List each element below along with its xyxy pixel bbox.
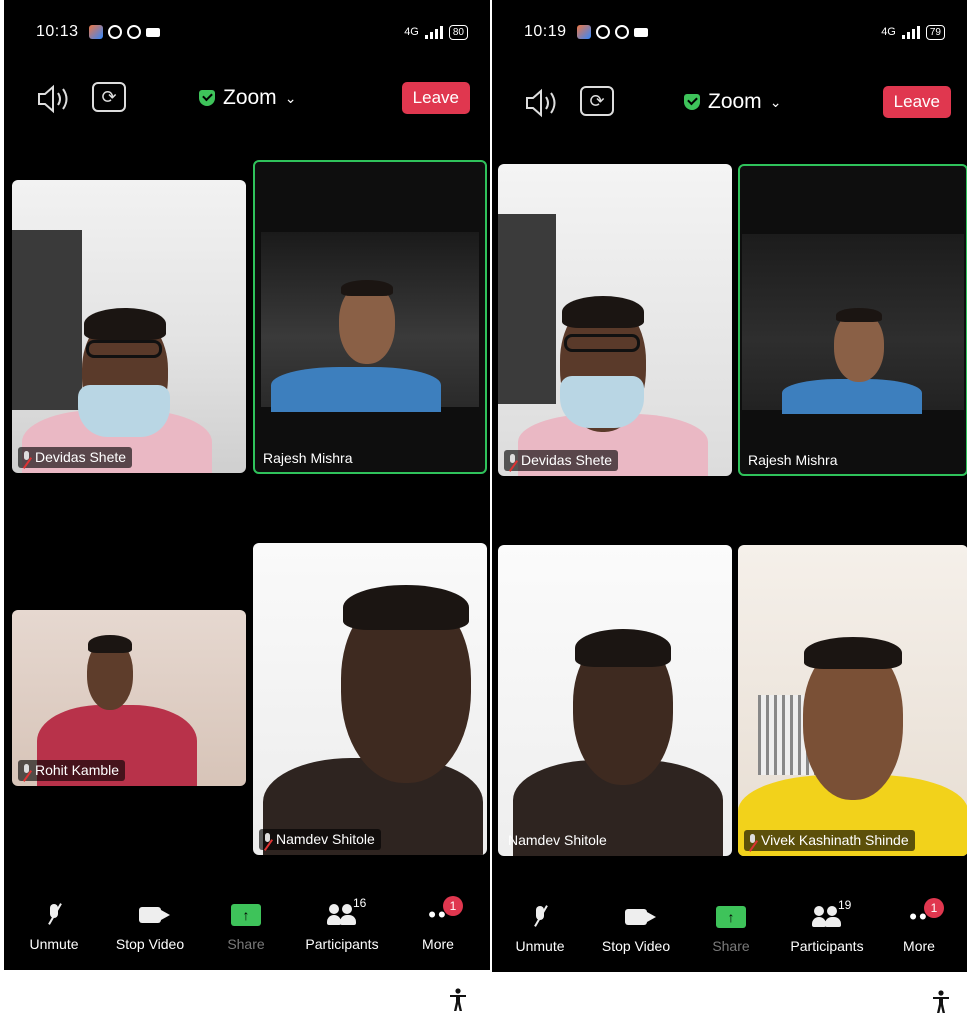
meeting-controls: Unmute Stop Video ↑ Share 19 Participant… [492, 892, 967, 972]
status-time: 10:19 [524, 23, 567, 40]
shield-check-icon [684, 94, 700, 110]
chevron-down-icon: ⌄ [284, 89, 297, 106]
stop-video-button[interactable]: Stop Video [591, 902, 681, 954]
participant-name-tag: Namdev Shitole [508, 832, 607, 848]
notification-app-icon [595, 25, 610, 39]
share-button[interactable]: ↑ Share [686, 902, 776, 954]
video-camera-icon [139, 907, 170, 923]
video-notification-icon [145, 27, 160, 37]
participant-name-tag: Rohit Kamble [18, 760, 126, 781]
chevron-down-icon: ⌄ [769, 93, 782, 110]
mic-muted-icon [533, 906, 547, 928]
participant-name-tag: Vivek Kashinath Shinde [744, 830, 915, 851]
video-tile[interactable]: Devidas Shete [12, 180, 246, 473]
video-tile[interactable]: Namdev Shitole [498, 545, 732, 856]
participants-count: 16 [353, 896, 367, 910]
accessibility-icon[interactable] [931, 990, 951, 1014]
signal-icon [424, 25, 443, 39]
meeting-title-dropdown[interactable]: Zoom ⌄ [199, 86, 296, 110]
participant-name-tag: Devidas Shete [18, 447, 133, 468]
battery-icon: 80 [448, 24, 468, 40]
whatsapp-icon [126, 25, 141, 39]
video-camera-icon [625, 909, 656, 925]
network-type: 4G [404, 26, 419, 38]
shield-check-icon [199, 90, 215, 106]
share-arrow-icon: ↑ [716, 906, 746, 928]
notification-app-icon [107, 25, 122, 39]
background-door [498, 214, 556, 404]
meeting-title: Zoom [708, 90, 762, 113]
face-mask [560, 376, 644, 428]
notification-app-icon [576, 25, 591, 39]
phone-screen-right: 10:19 4G 79 ⟳ Zoom ⌄ Leave Devidas Shete… [492, 0, 967, 972]
face-mask [78, 385, 170, 437]
status-bar: 10:19 4G 79 [524, 20, 945, 44]
meeting-title-dropdown[interactable]: Zoom ⌄ [684, 90, 781, 114]
camera-flip-icon[interactable]: ⟳ [580, 86, 614, 116]
video-feed [742, 234, 964, 414]
participants-button[interactable]: 19 Participants [782, 898, 872, 954]
notification-badge: 1 [924, 898, 944, 918]
participants-button[interactable]: 16 Participants [297, 896, 387, 952]
battery-icon: 79 [925, 24, 945, 40]
mic-muted-icon [22, 450, 31, 464]
signal-icon [901, 25, 920, 39]
participant-name-tag: Rajesh Mishra [263, 450, 353, 466]
mic-muted-icon [508, 453, 517, 467]
meeting-title: Zoom [223, 86, 277, 109]
whatsapp-icon [614, 25, 629, 39]
more-button[interactable]: •• 1 More [393, 896, 483, 952]
status-time: 10:13 [36, 23, 79, 40]
network-type: 4G [881, 26, 896, 38]
share-button[interactable]: ↑ Share [201, 900, 291, 952]
meeting-controls: Unmute Stop Video ↑ Share 16 Participant… [4, 890, 490, 970]
participants-count: 19 [838, 898, 852, 912]
mic-muted-icon [748, 833, 757, 847]
speaker-icon[interactable] [524, 88, 560, 118]
glasses [564, 334, 640, 352]
participant-name-tag: Devidas Shete [504, 450, 619, 471]
mic-muted-icon [47, 904, 61, 926]
share-arrow-icon: ↑ [231, 904, 261, 926]
video-tile[interactable]: Rohit Kamble [12, 610, 246, 786]
video-tile[interactable]: Namdev Shitole [253, 543, 487, 855]
meeting-topbar: ⟳ Zoom ⌄ Leave [4, 78, 490, 122]
video-tile[interactable]: Vivek Kashinath Shinde [738, 545, 967, 856]
notification-badge: 1 [443, 896, 463, 916]
camera-flip-icon[interactable]: ⟳ [92, 82, 126, 112]
participant-name-tag: Rajesh Mishra [748, 452, 838, 468]
video-feed [261, 232, 479, 412]
video-tile-active-speaker[interactable]: Rajesh Mishra [738, 164, 967, 476]
mic-muted-icon [263, 832, 272, 846]
meeting-topbar: ⟳ Zoom ⌄ Leave [492, 82, 967, 126]
status-bar: 10:13 4G 80 [36, 20, 468, 44]
mic-muted-icon [22, 763, 31, 777]
video-notification-icon [633, 27, 648, 37]
phone-screen-left: 10:13 4G 80 ⟳ Zoom ⌄ Leave Devidas Shete… [4, 0, 490, 970]
speaker-icon[interactable] [36, 84, 72, 114]
participant-name-tag: Namdev Shitole [259, 829, 381, 850]
unmute-button[interactable]: Unmute [9, 900, 99, 952]
more-button[interactable]: •• 1 More [874, 898, 964, 954]
leave-button[interactable]: Leave [401, 82, 470, 114]
leave-button[interactable]: Leave [882, 86, 951, 118]
glasses [86, 340, 162, 358]
video-tile-active-speaker[interactable]: Rajesh Mishra [253, 160, 487, 474]
background-door [12, 230, 82, 410]
accessibility-icon[interactable] [448, 988, 468, 1012]
unmute-button[interactable]: Unmute [495, 902, 585, 954]
video-tile[interactable]: Devidas Shete [498, 164, 732, 476]
notification-app-icon [88, 25, 103, 39]
stop-video-button[interactable]: Stop Video [105, 900, 195, 952]
